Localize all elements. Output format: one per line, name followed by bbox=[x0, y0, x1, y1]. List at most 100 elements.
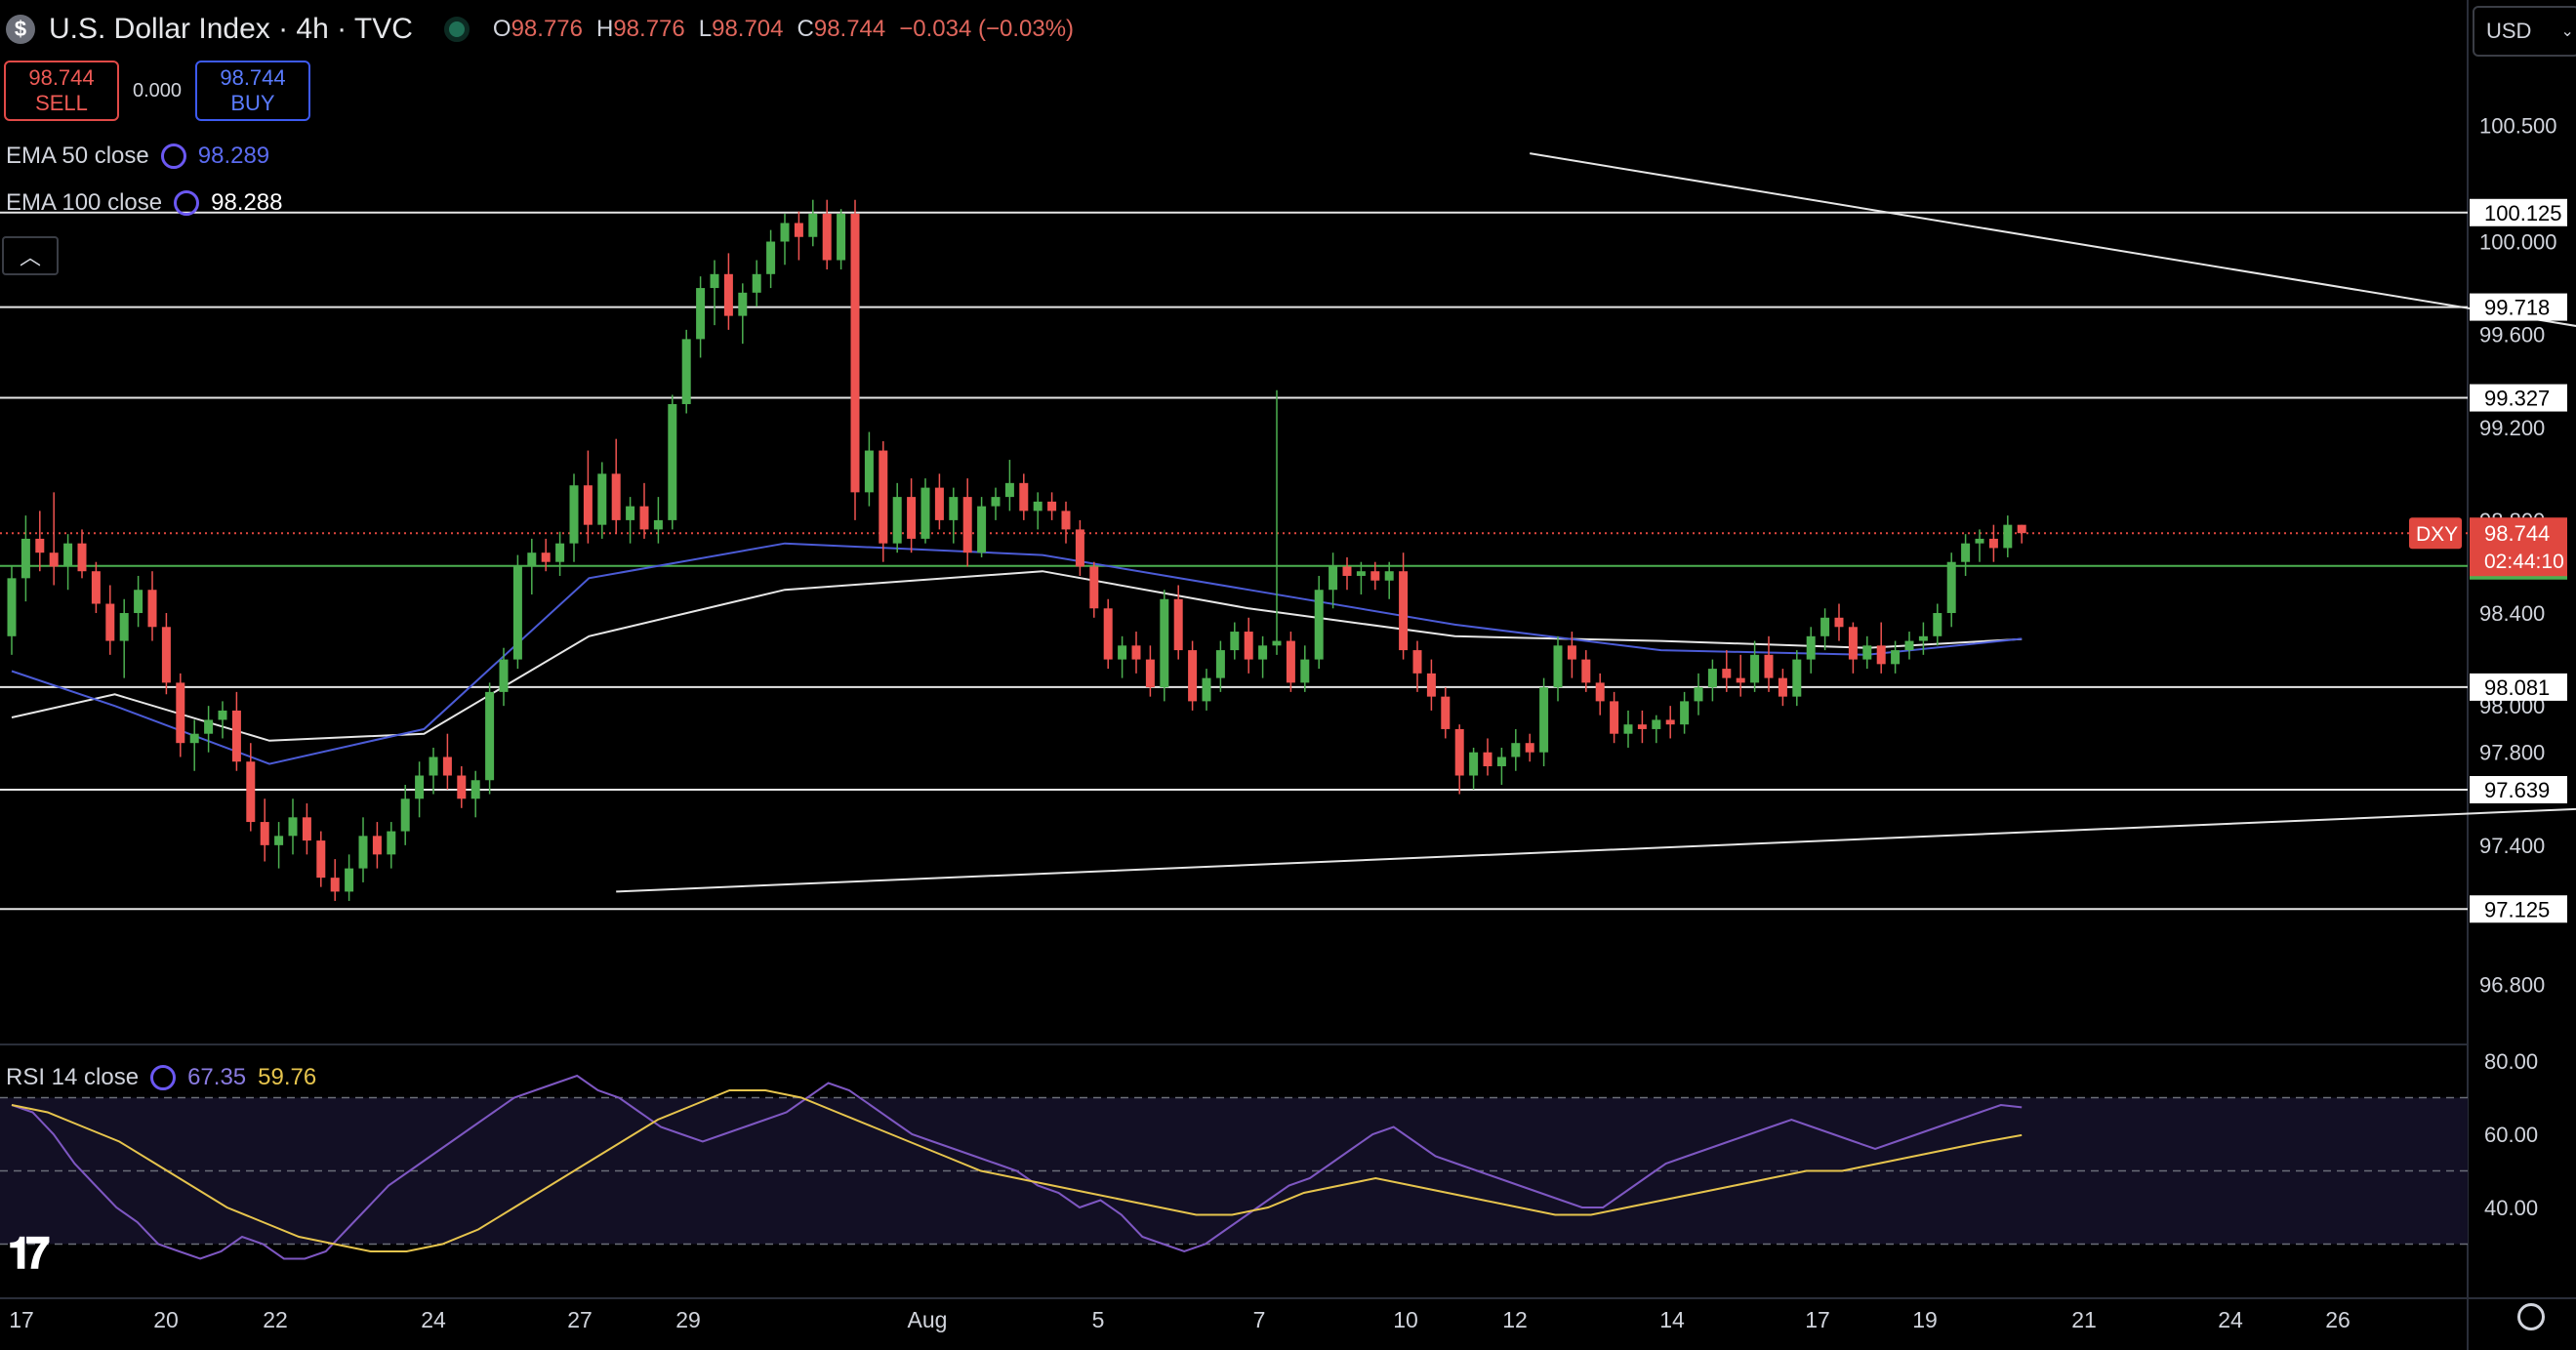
candle-body bbox=[1384, 571, 1394, 581]
candle-body bbox=[512, 566, 522, 660]
candle-body bbox=[949, 497, 959, 520]
candle-body bbox=[555, 543, 565, 562]
time-axis-label: Aug bbox=[908, 1307, 948, 1332]
time-axis-label: 10 bbox=[1393, 1307, 1418, 1332]
refresh-icon[interactable] bbox=[174, 190, 200, 216]
candle-body bbox=[1694, 687, 1703, 702]
ohlc-open: 98.776 bbox=[511, 16, 583, 42]
sell-button[interactable]: 98.744 SELL bbox=[4, 61, 119, 121]
rsi-axis-label: 60.00 bbox=[2484, 1123, 2538, 1147]
candle-body bbox=[723, 273, 733, 316]
ohlc-high: 98.776 bbox=[613, 16, 685, 42]
candle-body bbox=[1581, 659, 1591, 683]
time-axis-label: 24 bbox=[2218, 1307, 2243, 1332]
candle-body bbox=[907, 497, 917, 539]
refresh-icon[interactable] bbox=[150, 1065, 177, 1090]
price-axis-label: 97.800 bbox=[2479, 741, 2545, 765]
candle-body bbox=[1988, 538, 1998, 549]
collapse-legend-button[interactable]: ︿ bbox=[2, 236, 59, 275]
candle-body bbox=[710, 273, 719, 289]
candle-body bbox=[1764, 654, 1774, 678]
candle-body bbox=[527, 552, 537, 567]
candle-body bbox=[597, 473, 607, 525]
candle-body bbox=[1215, 650, 1225, 678]
refresh-icon[interactable] bbox=[160, 143, 186, 169]
candle-body bbox=[569, 485, 579, 544]
candle-body bbox=[345, 868, 354, 892]
candle-body bbox=[626, 506, 635, 520]
candle-body bbox=[1329, 566, 1338, 591]
candle-body bbox=[808, 213, 818, 237]
candle-body bbox=[1904, 640, 1914, 651]
trendline bbox=[616, 807, 2576, 893]
trendline bbox=[1530, 152, 2576, 327]
candle-body bbox=[1019, 482, 1029, 511]
buy-label: BUY bbox=[230, 91, 275, 115]
currency-selector[interactable]: USD ⌄ bbox=[2473, 6, 2576, 57]
candle-body bbox=[1680, 701, 1690, 725]
candle-body bbox=[1652, 719, 1661, 729]
candle-body bbox=[1160, 598, 1169, 688]
candle-body bbox=[1525, 743, 1534, 753]
candle-body bbox=[119, 613, 129, 641]
candle-body bbox=[837, 213, 846, 261]
buy-price: 98.744 bbox=[220, 65, 286, 90]
candle-body bbox=[1736, 677, 1745, 683]
candle-body bbox=[1118, 645, 1127, 660]
candle-body bbox=[470, 780, 480, 799]
candle-body bbox=[1230, 632, 1240, 651]
ema100-legend[interactable]: EMA 100 close 98.288 bbox=[6, 189, 283, 217]
candle-body bbox=[738, 292, 748, 316]
candle-body bbox=[1778, 677, 1787, 697]
buy-button[interactable]: 98.744 BUY bbox=[195, 61, 310, 121]
candle-body bbox=[1595, 682, 1605, 702]
time-axis-label: 14 bbox=[1659, 1307, 1685, 1332]
candle-body bbox=[91, 571, 101, 604]
countdown-label: 02:44:10 bbox=[2484, 551, 2564, 573]
rsi-legend[interactable]: RSI 14 close 67.35 59.76 bbox=[6, 1064, 316, 1091]
candle-body bbox=[1454, 728, 1464, 776]
symbol-title[interactable]: U.S. Dollar Index · 4h · TVC bbox=[49, 13, 413, 46]
level-label: 98.081 bbox=[2484, 675, 2550, 700]
candle-body bbox=[1047, 501, 1057, 511]
ema50-value: 98.289 bbox=[197, 143, 270, 169]
candle-body bbox=[822, 213, 832, 261]
candle-body bbox=[372, 836, 382, 855]
rsi-ma-value: 59.76 bbox=[258, 1064, 317, 1090]
candle-body bbox=[35, 538, 45, 553]
candle-body bbox=[879, 450, 888, 544]
trade-panel: 98.744 SELL 0.000 98.744 BUY bbox=[4, 61, 310, 121]
candle-body bbox=[1806, 635, 1816, 660]
candle-body bbox=[1496, 757, 1506, 766]
price-axis-label: 100.500 bbox=[2479, 114, 2557, 139]
candle-body bbox=[934, 487, 944, 520]
candle-body bbox=[1131, 645, 1141, 660]
time-axis-label: 29 bbox=[675, 1307, 701, 1332]
candle-body bbox=[766, 241, 776, 274]
settings-icon[interactable] bbox=[2517, 1303, 2545, 1330]
tradingview-logo-icon[interactable]: 𝟏𝟕 bbox=[8, 1230, 50, 1279]
candle-body bbox=[1314, 590, 1324, 660]
ohlc-close-label: C bbox=[797, 16, 814, 42]
candle-body bbox=[1961, 543, 1971, 562]
sell-label: SELL bbox=[35, 91, 88, 115]
time-axis-label: 19 bbox=[1912, 1307, 1938, 1332]
candle-body bbox=[1033, 501, 1043, 511]
market-status-icon[interactable] bbox=[443, 17, 470, 42]
time-axis-label: 22 bbox=[263, 1307, 288, 1332]
candle-body bbox=[1061, 511, 1071, 530]
spread-value: 0.000 bbox=[133, 79, 183, 102]
time-axis-label: 17 bbox=[9, 1307, 34, 1332]
ema50-legend[interactable]: EMA 50 close 98.289 bbox=[6, 143, 269, 170]
rsi-axis-label: 80.00 bbox=[2484, 1049, 2538, 1074]
candle-body bbox=[1286, 640, 1295, 683]
candle-body bbox=[218, 710, 227, 720]
candle-body bbox=[147, 590, 157, 628]
candle-body bbox=[583, 485, 593, 525]
dollar-icon[interactable]: $ bbox=[6, 15, 35, 44]
candle-body bbox=[246, 761, 256, 823]
ohlc-low: 98.704 bbox=[712, 16, 784, 42]
price-chart[interactable]: 96.80097.40097.80098.00098.40098.80099.2… bbox=[0, 0, 2576, 1350]
candle-body bbox=[1441, 696, 1451, 729]
time-axis-label: 5 bbox=[1092, 1307, 1105, 1332]
